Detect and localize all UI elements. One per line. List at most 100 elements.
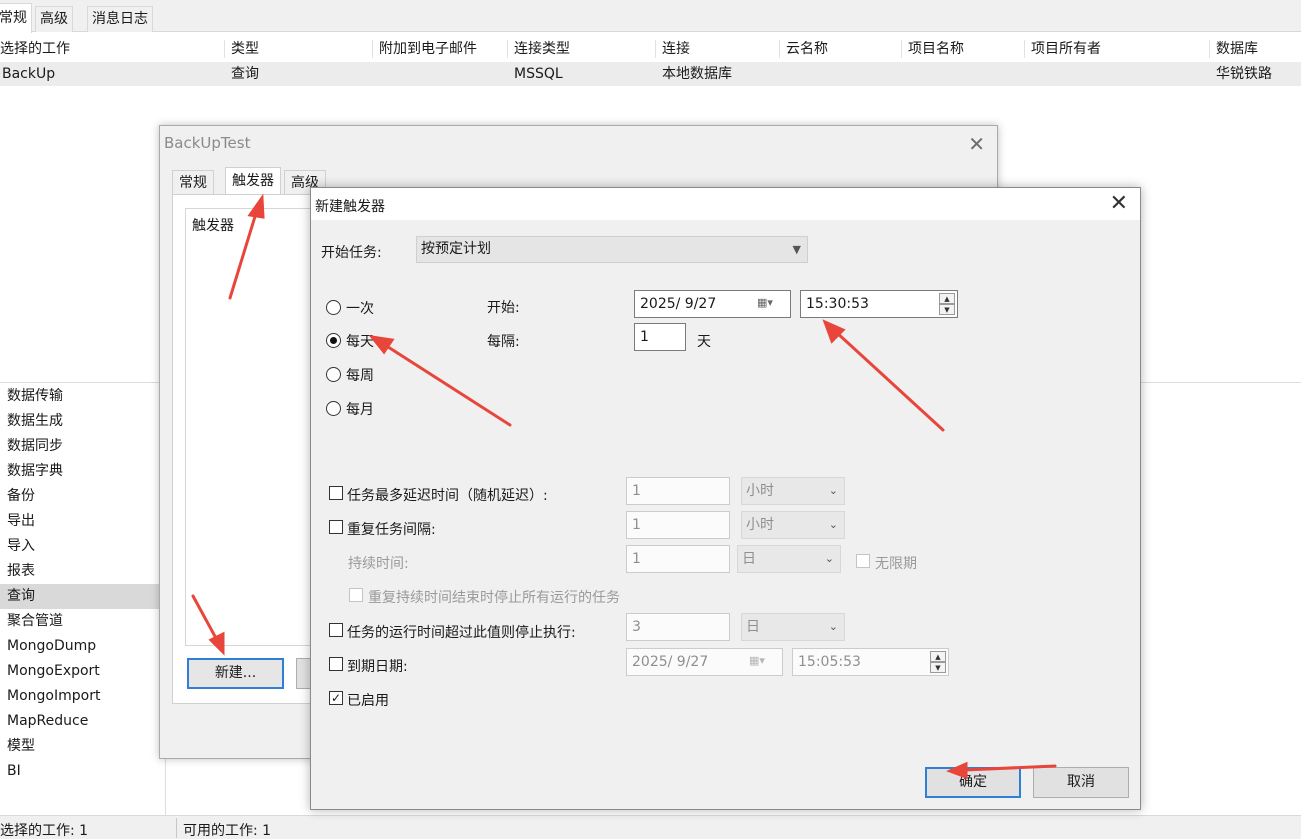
spin-down-icon[interactable]: ▼: [930, 662, 946, 673]
expire-date-value: 2025/ 9/27: [632, 654, 709, 670]
repeat-label: 重复任务间隔:: [347, 522, 436, 538]
stop-if-longer-input[interactable]: 3: [626, 613, 730, 641]
enabled-label: 已启用: [347, 693, 389, 709]
list-item[interactable]: 导出: [0, 509, 160, 534]
stop-if-longer-unit-select[interactable]: 日 ⌄: [741, 613, 845, 641]
spin-up-icon[interactable]: ▲: [939, 293, 955, 304]
list-item[interactable]: MongoDump: [0, 634, 160, 659]
delay-checkbox[interactable]: [329, 486, 343, 500]
indefinite-checkbox[interactable]: [856, 554, 870, 568]
list-item[interactable]: BI: [0, 759, 160, 784]
expire-date-picker[interactable]: 2025/ 9/27 ▦▾: [626, 648, 783, 676]
status-bar: 选择的工作: 1 可用的工作: 1: [0, 815, 1301, 839]
tab-message-log[interactable]: 消息日志: [87, 6, 153, 32]
expire-checkbox[interactable]: [329, 657, 343, 671]
radio-once[interactable]: [326, 300, 341, 315]
calendar-icon[interactable]: ▦▾: [757, 295, 779, 311]
list-item[interactable]: MongoExport: [0, 659, 160, 684]
cell-type: 查询: [231, 66, 259, 82]
column-header-database[interactable]: 数据库: [1216, 36, 1258, 62]
close-icon[interactable]: ✕: [968, 132, 985, 156]
column-header-job[interactable]: 选择的工作: [0, 36, 70, 62]
list-item[interactable]: 数据生成: [0, 409, 160, 434]
column-header-project-owner[interactable]: 项目所有者: [1031, 36, 1101, 62]
indefinite-label: 无限期: [875, 556, 917, 572]
column-header-cloud[interactable]: 云名称: [786, 36, 828, 62]
stop-if-longer-value: 3: [632, 619, 641, 635]
job-table-header: 选择的工作 类型 附加到电子邮件 连接类型 连接 云名称 项目名称 项目所有者 …: [0, 36, 1301, 62]
column-separator: [779, 40, 780, 58]
new-trigger-button[interactable]: 新建...: [187, 658, 284, 689]
stop-all-label: 重复持续时间结束时停止所有运行的任务: [368, 590, 620, 606]
tab-general[interactable]: 常规: [0, 3, 32, 33]
cancel-button[interactable]: 取消: [1033, 767, 1129, 798]
delay-unit-select[interactable]: 小时 ⌄: [741, 477, 845, 505]
list-item[interactable]: 数据字典: [0, 459, 160, 484]
column-header-project[interactable]: 项目名称: [908, 36, 964, 62]
tab-triggers[interactable]: 触发器: [225, 167, 281, 195]
radio-weekly[interactable]: [326, 367, 341, 382]
column-header-connection-type[interactable]: 连接类型: [514, 36, 570, 62]
column-header-email[interactable]: 附加到电子邮件: [379, 36, 477, 62]
list-item[interactable]: MongoImport: [0, 684, 160, 709]
delay-label: 任务最多延迟时间（随机延迟）:: [347, 488, 548, 504]
stop-all-checkbox[interactable]: [349, 588, 363, 602]
begin-task-select[interactable]: 按预定计划 ▼: [416, 236, 808, 263]
start-date-picker[interactable]: 2025/ 9/27 ▦▾: [634, 290, 791, 318]
list-item[interactable]: 报表: [0, 559, 160, 584]
expire-time-value: 15:05:53: [798, 654, 861, 670]
list-item[interactable]: 模型: [0, 734, 160, 759]
radio-monthly[interactable]: [326, 401, 341, 416]
column-separator: [901, 40, 902, 58]
spin-up-icon[interactable]: ▲: [930, 651, 946, 662]
status-separator: [176, 818, 177, 838]
repeat-checkbox[interactable]: [329, 520, 343, 534]
chevron-down-icon: ⌄: [824, 552, 834, 565]
new-trigger-dialog: 新建触发器 ✕ 开始任务: 按预定计划 ▼ 一次 每天 每周 每月 开始: 20…: [310, 187, 1141, 810]
list-item[interactable]: 数据同步: [0, 434, 160, 459]
start-time-value: 15:30:53: [806, 296, 869, 312]
duration-unit-select[interactable]: 日 ⌄: [737, 545, 841, 573]
delay-unit-value: 小时: [746, 483, 774, 499]
repeat-unit-value: 小时: [746, 517, 774, 533]
enabled-checkbox[interactable]: ✓: [329, 691, 343, 705]
radio-daily[interactable]: [326, 333, 341, 348]
start-date-value: 2025/ 9/27: [640, 296, 717, 312]
delay-input[interactable]: 1: [626, 477, 730, 505]
chevron-down-icon: ▼: [792, 243, 801, 256]
begin-task-value: 按预定计划: [421, 241, 491, 257]
repeat-input[interactable]: 1: [626, 511, 730, 539]
list-item[interactable]: 备份: [0, 484, 160, 509]
column-separator: [1024, 40, 1025, 58]
tab-general[interactable]: 常规: [172, 170, 214, 194]
ok-button[interactable]: 确定: [925, 767, 1021, 798]
list-item-selected[interactable]: 查询: [0, 584, 160, 609]
expire-label: 到期日期:: [347, 659, 408, 675]
chevron-down-icon: ⌄: [828, 518, 838, 531]
every-label: 每隔:: [487, 334, 520, 350]
tab-advanced[interactable]: 高级: [35, 6, 73, 32]
list-item[interactable]: 数据传输: [0, 384, 160, 409]
column-separator: [1209, 40, 1210, 58]
close-icon[interactable]: ✕: [1110, 191, 1128, 216]
cell-connection-type: MSSQL: [514, 66, 563, 82]
repeat-unit-select[interactable]: 小时 ⌄: [741, 511, 845, 539]
spin-down-icon[interactable]: ▼: [939, 304, 955, 315]
expire-time-input[interactable]: 15:05:53 ▲ ▼: [792, 648, 949, 676]
stop-if-longer-checkbox[interactable]: [329, 623, 343, 637]
list-item[interactable]: MapReduce: [0, 709, 160, 734]
duration-input[interactable]: 1: [626, 545, 730, 573]
calendar-icon[interactable]: ▦▾: [749, 653, 771, 669]
list-item[interactable]: 导入: [0, 534, 160, 559]
every-input[interactable]: 1: [634, 323, 686, 351]
chevron-down-icon: ⌄: [828, 620, 838, 633]
column-separator: [507, 40, 508, 58]
column-separator: [655, 40, 656, 58]
stop-if-longer-unit-value: 日: [746, 619, 760, 635]
column-separator: [372, 40, 373, 58]
list-item[interactable]: 聚合管道: [0, 609, 160, 634]
start-time-input[interactable]: 15:30:53 ▲ ▼: [800, 290, 958, 318]
column-header-connection[interactable]: 连接: [662, 36, 690, 62]
column-header-type[interactable]: 类型: [231, 36, 259, 62]
table-row[interactable]: BackUp 查询 MSSQL 本地数据库 华锐铁路: [0, 62, 1301, 86]
